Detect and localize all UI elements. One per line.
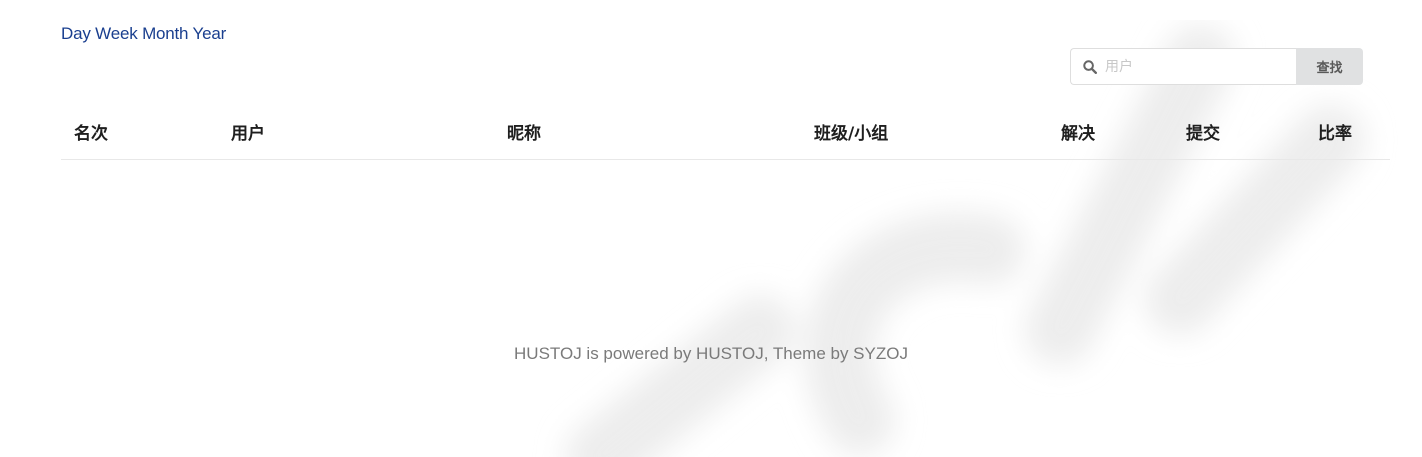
column-header-nickname[interactable]: 昵称: [507, 119, 541, 144]
search-icon: [1083, 60, 1097, 74]
column-header-solved[interactable]: 解决: [1061, 119, 1095, 144]
column-header-class-group[interactable]: 班级/小组: [814, 119, 888, 144]
page-footer: HUSTOJ is powered by HUSTOJ, Theme by SY…: [514, 344, 908, 363]
time-range-links: Day Week Month Year: [61, 24, 226, 44]
column-header-submitted[interactable]: 提交: [1186, 119, 1220, 144]
search-field: [1070, 48, 1296, 85]
ranklist-table: 名次 用户 昵称 班级/小组 解决 提交 比率: [61, 103, 1390, 160]
range-link-week[interactable]: Week: [95, 24, 138, 43]
range-link-month[interactable]: Month: [142, 24, 188, 43]
column-header-rank[interactable]: 名次: [74, 119, 108, 144]
column-header-ratio[interactable]: 比率: [1318, 119, 1352, 144]
column-header-user[interactable]: 用户: [231, 119, 265, 144]
search-button[interactable]: 查找: [1296, 48, 1363, 85]
range-link-day[interactable]: Day: [61, 24, 91, 43]
user-search-form: 查找: [1070, 48, 1363, 85]
range-link-year[interactable]: Year: [193, 24, 227, 43]
search-input[interactable]: [1105, 49, 1290, 84]
